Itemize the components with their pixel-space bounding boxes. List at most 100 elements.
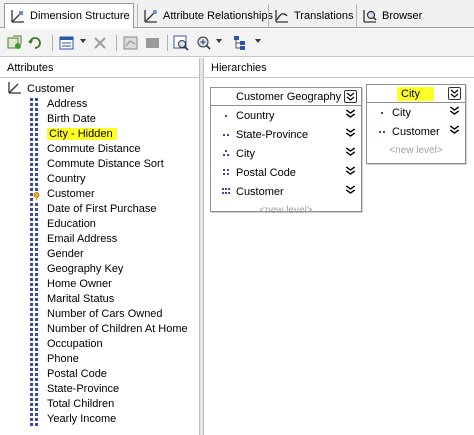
tab-attribute-relationships[interactable]: Attribute Relationships xyxy=(137,4,273,28)
hierarchy-level[interactable]: Customer xyxy=(367,122,465,141)
hierarchy-level[interactable]: Country xyxy=(211,106,361,125)
tab-dimension-structure[interactable]: Dimension Structure xyxy=(4,3,134,29)
attribute-item[interactable]: Country xyxy=(30,171,86,186)
layout-icon[interactable] xyxy=(232,35,249,51)
key-attribute-icon xyxy=(30,187,40,201)
attribute-item[interactable]: Occupation xyxy=(30,336,103,351)
attribute-item[interactable]: Date of First Purchase xyxy=(30,201,156,216)
attribute-item[interactable]: Number of Cars Owned xyxy=(30,306,163,321)
collapse-icon[interactable] xyxy=(448,87,461,100)
collapse-icon[interactable] xyxy=(344,90,357,103)
level-label: Customer xyxy=(392,125,440,138)
level-label: City xyxy=(392,106,411,119)
chevron-down-icon[interactable] xyxy=(345,185,356,198)
attribute-item[interactable]: Commute Distance Sort xyxy=(30,156,164,171)
new-level-placeholder[interactable]: <new level> xyxy=(367,141,465,159)
show-data-icon[interactable] xyxy=(58,35,75,51)
attribute-icon xyxy=(30,112,39,126)
attribute-label: Marital Status xyxy=(47,292,115,305)
level-icon xyxy=(221,130,231,140)
attribute-item[interactable]: Yearly Income xyxy=(30,411,116,426)
attribute-label: City - Hidden xyxy=(47,127,117,140)
hierarchy-level[interactable]: State-Province xyxy=(211,125,361,144)
chevron-down-icon[interactable] xyxy=(345,109,356,122)
attribute-item[interactable]: Marital Status xyxy=(30,291,114,306)
attribute-item[interactable]: State-Province xyxy=(30,381,119,396)
process-icon[interactable] xyxy=(7,35,24,51)
chevron-down-icon[interactable] xyxy=(345,128,356,141)
attribute-icon xyxy=(30,397,39,411)
attribute-label: Geography Key xyxy=(47,262,124,275)
attribute-label: Education xyxy=(47,217,96,230)
fit-icon[interactable] xyxy=(196,35,213,51)
tab-label: Attribute Relationships xyxy=(163,10,274,22)
chevron-down-icon[interactable] xyxy=(345,147,356,160)
designer-tab-strip: Dimension Structure Attribute Relationsh… xyxy=(0,0,474,29)
attribute-item[interactable]: Phone xyxy=(30,351,79,366)
attribute-label: Home Owner xyxy=(47,277,112,290)
hide-icon[interactable] xyxy=(144,35,161,51)
chevron-down-icon[interactable] xyxy=(345,166,356,179)
attribute-label: Date of First Purchase xyxy=(47,202,157,215)
attribute-label: Phone xyxy=(47,352,79,365)
level-label: Customer xyxy=(236,185,284,198)
attribute-icon xyxy=(30,97,39,111)
chevron-down-icon[interactable] xyxy=(449,106,460,119)
hierarchy-title-bar[interactable]: City xyxy=(367,85,465,103)
attribute-item[interactable]: Birth Date xyxy=(30,111,96,126)
chevron-down-icon[interactable] xyxy=(449,125,460,138)
level-icon xyxy=(377,108,387,118)
dimension-structure-icon xyxy=(10,8,26,24)
attribute-icon xyxy=(30,382,39,396)
tab-translations[interactable]: Translations xyxy=(268,4,354,28)
attribute-icon xyxy=(30,412,39,426)
level-label: State-Province xyxy=(236,128,309,141)
level-icon xyxy=(221,168,231,178)
attribute-icon xyxy=(30,217,39,231)
attribute-item[interactable]: Total Children xyxy=(30,396,114,411)
attribute-item[interactable]: Address xyxy=(30,96,87,111)
level-icon xyxy=(221,187,231,197)
attribute-label: Postal Code xyxy=(47,367,107,380)
hierarchy-customer-geography[interactable]: Customer Geography Country State-Province… xyxy=(210,87,362,216)
attribute-item[interactable]: Commute Distance xyxy=(30,141,141,156)
hierarchy-level[interactable]: Postal Code xyxy=(211,163,361,182)
attribute-icon xyxy=(30,157,39,171)
delete-icon[interactable] xyxy=(92,35,109,51)
attribute-item[interactable]: Postal Code xyxy=(30,366,107,381)
translations-icon xyxy=(274,8,290,24)
tab-label: Dimension Structure xyxy=(30,10,130,22)
attribute-item[interactable]: Geography Key xyxy=(30,261,123,276)
attribute-label: Commute Distance Sort xyxy=(47,157,164,170)
hierarchy-level[interactable]: City xyxy=(367,103,465,122)
attribute-item[interactable]: Number of Children At Home xyxy=(30,321,188,336)
attribute-item[interactable]: Customer xyxy=(30,186,95,201)
attribute-label: Yearly Income xyxy=(47,412,117,425)
attribute-relationships-icon xyxy=(143,8,159,24)
attribute-item[interactable]: Gender xyxy=(30,246,84,261)
tree-root-customer[interactable]: Customer xyxy=(8,81,75,96)
new-level-placeholder[interactable]: <new level> xyxy=(211,201,361,219)
attribute-label: Number of Children At Home xyxy=(47,322,188,335)
hierarchy-level[interactable]: Customer xyxy=(211,182,361,201)
hierarchy-level[interactable]: City xyxy=(211,144,361,163)
attribute-item[interactable]: City - Hidden xyxy=(30,126,117,141)
hierarchy-city[interactable]: City City Customer <new level> xyxy=(366,84,466,164)
attribute-label: Birth Date xyxy=(47,112,96,125)
attribute-item[interactable]: Education xyxy=(30,216,96,231)
tab-browser[interactable]: Browser xyxy=(356,4,422,28)
attribute-item[interactable]: Home Owner xyxy=(30,276,112,291)
attribute-label: Number of Cars Owned xyxy=(47,307,163,320)
dimension-icon xyxy=(8,81,22,97)
hierarchy-title: Customer Geography xyxy=(236,90,342,103)
diagram-icon[interactable] xyxy=(122,35,139,51)
zoom-icon[interactable] xyxy=(173,35,190,51)
tab-label: Translations xyxy=(294,10,354,22)
attribute-item[interactable]: Email Address xyxy=(30,231,117,246)
hierarchy-title: City xyxy=(397,86,434,101)
level-icon xyxy=(221,149,231,159)
refresh-icon[interactable] xyxy=(27,35,44,51)
attribute-icon xyxy=(30,247,39,261)
hierarchy-title-bar[interactable]: Customer Geography xyxy=(211,88,361,106)
tab-label: Browser xyxy=(382,10,423,22)
